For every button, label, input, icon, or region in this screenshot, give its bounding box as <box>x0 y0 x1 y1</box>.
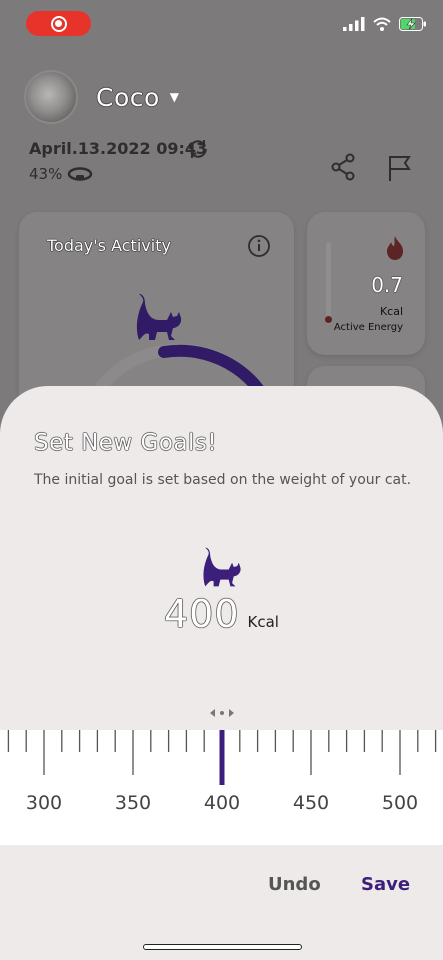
ruler-labels: 300 350 400 450 500 <box>0 792 443 822</box>
active-energy-value: 0.7 <box>371 273 403 297</box>
ruler-tick-label: 300 <box>25 792 63 814</box>
goal-ruler-slider[interactable]: 300 350 400 450 500 <box>0 730 443 845</box>
drag-arrows-icon <box>210 709 234 717</box>
sheet-subtitle: The initial goal is set based on the wei… <box>34 472 412 488</box>
status-bar <box>0 0 443 48</box>
energy-progress-bar <box>326 242 331 324</box>
ruler-tick-label: 400 <box>203 792 241 814</box>
goal-value: 400 <box>164 592 240 636</box>
signal-icon <box>343 17 365 31</box>
ruler-tick-label: 450 <box>292 792 330 814</box>
active-energy-unit: Kcal <box>379 305 403 318</box>
record-icon <box>50 15 67 32</box>
ruler-tick-label: 500 <box>381 792 419 814</box>
wifi-icon <box>373 17 391 31</box>
active-energy-card[interactable]: 0.7 Kcal Active Energy <box>307 212 425 355</box>
share-icon[interactable] <box>330 153 356 181</box>
undo-button[interactable]: Undo <box>268 874 321 895</box>
save-button[interactable]: Save <box>361 874 410 895</box>
sheet-title: Set New Goals! <box>34 430 218 456</box>
refresh-icon[interactable] <box>186 137 210 161</box>
ruler-tick-label: 350 <box>114 792 152 814</box>
flag-icon[interactable] <box>387 153 413 183</box>
battery-charging-icon <box>399 17 426 31</box>
ruler-ticks[interactable] <box>0 730 443 790</box>
chevron-down-icon[interactable]: ▼ <box>170 90 179 104</box>
status-icons <box>343 17 427 31</box>
activity-card-title: Today's Activity <box>47 236 171 255</box>
goal-unit: Kcal <box>247 613 279 631</box>
avatar[interactable] <box>24 70 78 124</box>
pet-profile-header[interactable]: Coco ▼ <box>24 70 179 124</box>
screen-recording-indicator[interactable] <box>26 11 91 36</box>
cat-icon <box>203 547 241 587</box>
collar-icon <box>67 167 93 181</box>
goal-display: 400 Kcal <box>0 592 443 636</box>
active-energy-label: Active Energy <box>333 322 403 333</box>
home-indicator <box>143 944 302 950</box>
pet-name[interactable]: Coco <box>96 83 160 112</box>
energy-progress-fill <box>325 316 332 323</box>
device-battery: 43% <box>29 165 63 183</box>
set-goals-sheet: Set New Goals! The initial goal is set b… <box>0 386 443 960</box>
last-sync-datetime: April.13.2022 09:43 <box>29 139 208 158</box>
info-icon[interactable] <box>247 234 271 258</box>
flame-icon <box>387 236 403 260</box>
cat-icon <box>136 294 182 340</box>
